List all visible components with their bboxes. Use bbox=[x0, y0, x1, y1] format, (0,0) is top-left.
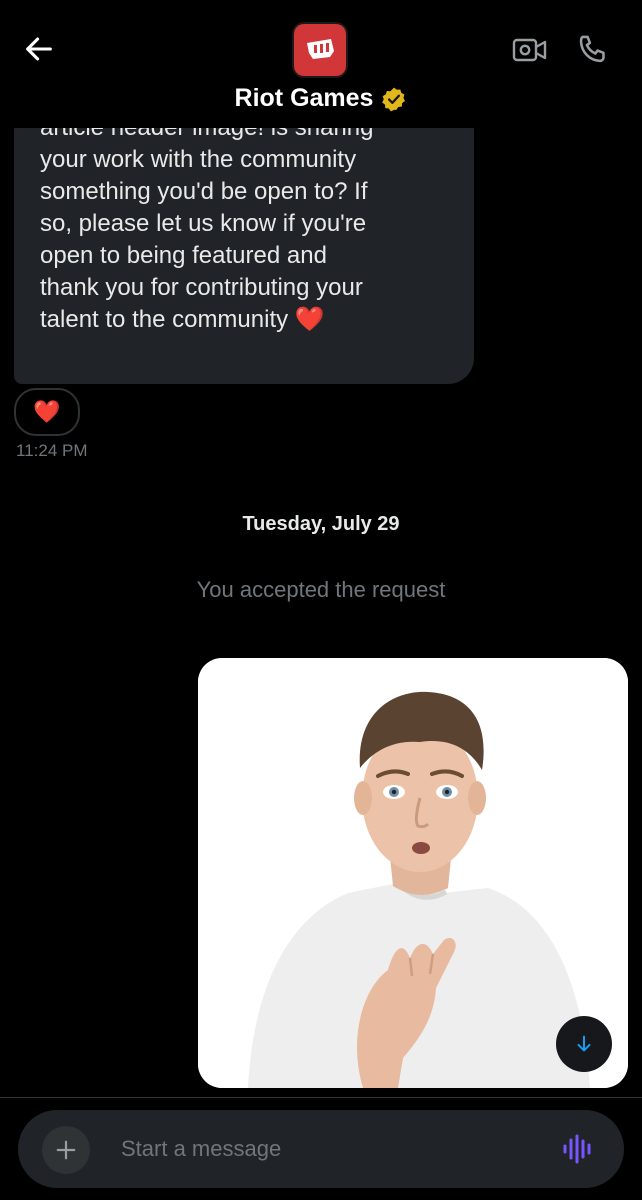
arrow-down-icon bbox=[577, 1035, 591, 1052]
add-attachment-button[interactable] bbox=[42, 1126, 90, 1174]
compose-divider bbox=[0, 1097, 642, 1098]
received-message-bubble[interactable]: article header image! is sharing your wo… bbox=[14, 96, 474, 384]
phone-icon[interactable] bbox=[576, 32, 610, 66]
heart-reaction[interactable]: ❤️ bbox=[14, 388, 80, 436]
message-input[interactable]: Start a message bbox=[121, 1136, 281, 1162]
heart-emoji: ❤️ bbox=[294, 306, 325, 333]
received-message-text: article header image! is sharing your wo… bbox=[40, 112, 460, 336]
reaction-emoji: ❤️ bbox=[33, 399, 61, 424]
video-call-icon[interactable] bbox=[512, 34, 548, 66]
scroll-to-bottom-button[interactable] bbox=[556, 1016, 612, 1072]
conversation-header: Riot Games bbox=[0, 0, 642, 128]
date-divider: Tuesday, July 29 bbox=[242, 513, 400, 535]
contact-name: Riot Games bbox=[234, 84, 374, 112]
riot-fist-logo-icon bbox=[307, 39, 334, 59]
plus-icon bbox=[56, 1140, 76, 1160]
system-message: You accepted the request bbox=[196, 577, 446, 602]
message-timestamp: 11:24 PM bbox=[16, 441, 88, 460]
verified-badge-icon bbox=[382, 87, 406, 111]
received-message-body: article header image! is sharing your wo… bbox=[40, 114, 374, 333]
voice-message-icon[interactable] bbox=[562, 1134, 594, 1164]
back-arrow-icon[interactable] bbox=[22, 32, 56, 66]
compose-bar[interactable]: Start a message bbox=[18, 1110, 624, 1188]
avatar[interactable] bbox=[294, 24, 346, 76]
contact-name-row[interactable]: Riot Games bbox=[0, 84, 642, 113]
